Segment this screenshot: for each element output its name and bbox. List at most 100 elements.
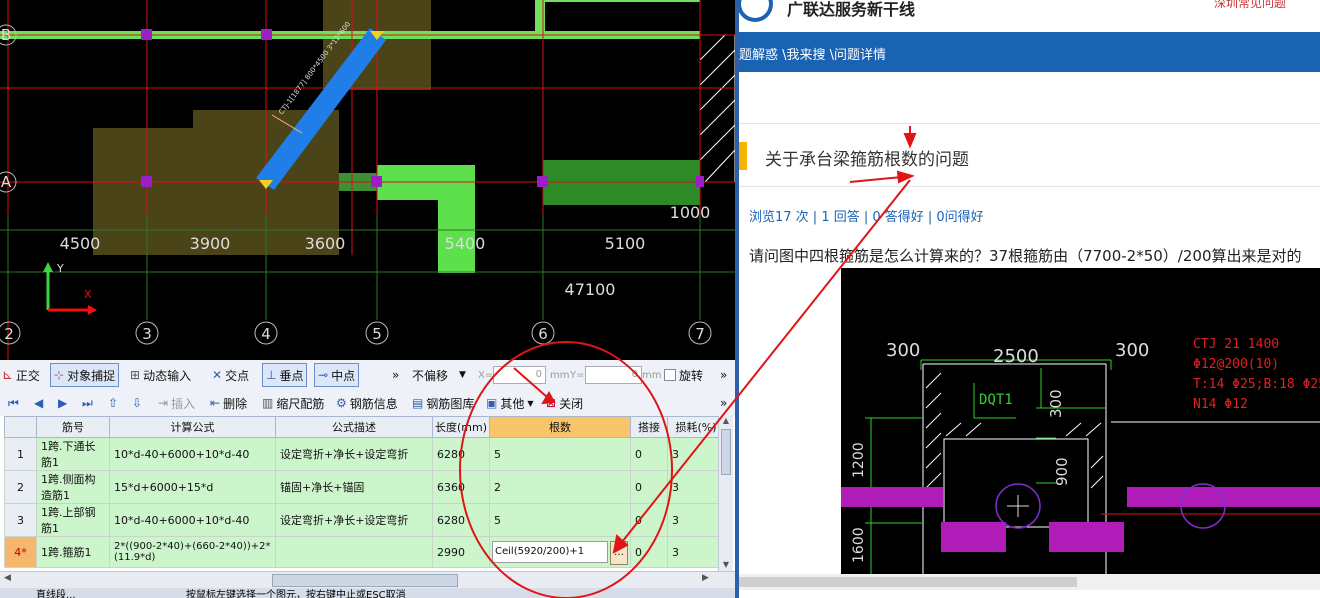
close-icon: ⊠ — [546, 396, 557, 410]
page-horizontal-scrollbar[interactable] — [739, 574, 1320, 590]
more-chevron-icon[interactable]: » — [720, 390, 727, 416]
intersection-snap[interactable]: ✕ 交点 — [212, 360, 249, 390]
header-length[interactable]: 长度(mm) — [432, 416, 490, 438]
loss-cell[interactable]: 3 — [667, 503, 725, 537]
formula-cell[interactable]: 2*((900-2*40)+(660-2*40))+2*(11.9*d) — [109, 536, 276, 568]
formula-desc-cell[interactable]: 设定弯折+净长+设定弯折 — [275, 437, 433, 471]
length-cell[interactable]: 6280 — [432, 437, 490, 471]
breadcrumb[interactable]: 题解惑 \我来搜 \问题详情 — [739, 44, 886, 63]
header-formula-desc[interactable]: 公式描述 — [275, 416, 433, 438]
question-image[interactable]: 300 2500 300 DQT1 300 900 1200 1600 CTJ … — [841, 268, 1320, 574]
lap-cell[interactable]: 0 — [630, 437, 668, 471]
first-record-icon[interactable]: ⏮ — [8, 390, 19, 416]
axis-col-label: 3 — [142, 325, 152, 343]
scroll-down-icon[interactable]: ▼ — [719, 560, 733, 569]
scroll-thumb[interactable] — [739, 577, 1077, 587]
prev-record-icon[interactable]: ◀ — [34, 390, 43, 416]
formula-cell[interactable]: 15*d+6000+15*d — [109, 470, 276, 504]
ruler-rebar-button[interactable]: ▥ 缩尺配筋 — [262, 390, 324, 416]
move-up-icon[interactable]: ⇧ — [108, 390, 118, 416]
count-edit-input[interactable]: Ceil(5920/200)+1 — [492, 541, 608, 563]
dropdown-arrow-icon: ▼ — [459, 370, 466, 380]
formula-cell[interactable]: 10*d-40+6000+10*d-40 — [109, 503, 276, 537]
formula-desc-cell[interactable]: 设定弯折+净长+设定弯折 — [275, 503, 433, 537]
span-dimension: 3600 — [305, 234, 346, 253]
more-chevron-icon[interactable]: » — [720, 360, 727, 390]
breadcrumb-nav: 题解惑 \我来搜 \问题详情 — [739, 32, 1320, 72]
rebar-name-cell[interactable]: 1跨.侧面构造筋1 — [36, 470, 110, 504]
loss-cell[interactable]: 3 — [667, 536, 725, 568]
other-menu-button[interactable]: ▣ 其他 ▼ — [486, 390, 534, 416]
header-rebar-no[interactable]: 筋号 — [36, 416, 110, 438]
status-left: 直线段... — [36, 590, 76, 598]
rebar-toolbar: ⏮ ◀ ▶ ⏭ ⇧ ⇩ ⇥ 插入 ⇤ 删除 ▥ 缩尺配筋 ⚙ 钢筋信息 ▤ 钢筋… — [0, 390, 735, 417]
table-row[interactable]: 3 1跨.上部钢筋1 10*d-40+6000+10*d-40 设定弯折+净长+… — [4, 503, 725, 537]
ortho-toggle[interactable]: ⊾ 正交 — [2, 360, 40, 390]
formula-desc-cell[interactable] — [275, 536, 433, 568]
rebar-library-button[interactable]: ▤ 钢筋图库 — [412, 390, 474, 416]
table-row-selected[interactable]: 4* 1跨.箍筋1 2*((900-2*40)+(660-2*40))+2*(1… — [4, 536, 725, 568]
x-coord-input[interactable]: 0 — [493, 360, 546, 390]
lap-cell[interactable]: 0 — [630, 536, 668, 568]
top-link[interactable]: 深圳常见问题 — [1214, 0, 1286, 11]
scroll-right-icon[interactable]: ▶ — [702, 573, 709, 583]
move-down-icon[interactable]: ⇩ — [132, 390, 142, 416]
rebar-note: N14 Φ12 — [1193, 397, 1248, 412]
length-cell[interactable]: 2990 — [432, 536, 490, 568]
loss-cell[interactable]: 3 — [667, 470, 725, 504]
vertical-scrollbar[interactable]: ▲ ▼ — [718, 416, 733, 571]
span-dimension: 3900 — [190, 234, 231, 253]
question-title: 关于承台梁箍筋根数的问题 — [765, 150, 969, 170]
object-snap-toggle[interactable]: ⊹ 对象捕捉 — [50, 363, 120, 387]
rebar-name-cell[interactable]: 1跨.上部钢筋1 — [36, 503, 110, 537]
scroll-left-icon[interactable]: ◀ — [4, 573, 11, 583]
loss-cell[interactable]: 3 — [667, 437, 725, 471]
scroll-thumb[interactable] — [272, 574, 458, 587]
delete-button[interactable]: ⇤ 删除 — [210, 390, 247, 416]
rebar-name-cell[interactable]: 1跨.下通长筋1 — [36, 437, 110, 471]
close-button[interactable]: ⊠ 关闭 — [546, 390, 583, 416]
rebar-note: Φ12@200(10) — [1193, 357, 1279, 372]
formula-desc-cell[interactable]: 锚固+净长+锚固 — [275, 470, 433, 504]
count-cell[interactable]: 5 — [489, 437, 631, 471]
table-row[interactable]: 1 1跨.下通长筋1 10*d-40+6000+10*d-40 设定弯折+净长+… — [4, 437, 725, 471]
table-row[interactable]: 2 1跨.侧面构造筋1 15*d+6000+15*d 锚固+净长+锚固 6360… — [4, 470, 725, 504]
header-lap[interactable]: 搭接 — [630, 416, 668, 438]
header-row-no — [4, 416, 37, 438]
rebar-name-cell[interactable]: 1跨.箍筋1 — [36, 536, 110, 568]
axis-col-label: 2 — [4, 325, 14, 343]
offset-select[interactable]: 不偏移 ▼ — [412, 360, 466, 390]
header-formula[interactable]: 计算公式 — [109, 416, 276, 438]
length-cell[interactable]: 6360 — [432, 470, 490, 504]
insert-button[interactable]: ⇥ 插入 — [158, 390, 195, 416]
header-loss[interactable]: 损耗(%) — [667, 416, 725, 438]
rotate-checkbox[interactable]: 旋转 — [664, 360, 703, 390]
perpendicular-snap[interactable]: ⊥ 垂点 — [262, 363, 308, 387]
formula-cell[interactable]: 10*d-40+6000+10*d-40 — [109, 437, 276, 471]
span-dimension: 4500 — [60, 234, 101, 253]
axis-row-label: A — [1, 173, 12, 191]
midpoint-snap[interactable]: ⊸ 中点 — [314, 363, 360, 387]
header-count[interactable]: 根数 — [489, 416, 631, 438]
count-cell[interactable]: 2 — [489, 470, 631, 504]
lap-cell[interactable]: 0 — [630, 470, 668, 504]
dynamic-input-toggle[interactable]: ⊞ 动态输入 — [130, 360, 191, 390]
next-record-icon[interactable]: ▶ — [58, 390, 67, 416]
scroll-up-icon[interactable]: ▲ — [719, 416, 733, 425]
cad-drawing-canvas[interactable]: CTJ-1[1877] 800*4500 3*12*600 B A 2 3 4 … — [0, 0, 735, 360]
ellipsis-button[interactable]: … — [610, 541, 628, 565]
more-chevron-icon[interactable]: » — [392, 360, 399, 390]
ortho-icon: ⊾ — [2, 367, 13, 383]
rebar-info-button[interactable]: ⚙ 钢筋信息 — [336, 390, 398, 416]
lap-cell[interactable]: 0 — [630, 503, 668, 537]
count-cell[interactable]: 5 — [489, 503, 631, 537]
web-page: 广联达服务新干线 深圳常见问题 题解惑 \我来搜 \问题详情 关于承台梁箍筋根数… — [739, 0, 1320, 598]
count-cell-editing[interactable]: Ceil(5920/200)+1 … — [489, 536, 631, 568]
dropdown-arrow-icon: ▼ — [527, 398, 534, 408]
last-record-icon[interactable]: ⏭ — [82, 390, 93, 416]
scroll-thumb[interactable] — [721, 429, 731, 475]
axis-col-label: 6 — [538, 325, 548, 343]
y-coord-input[interactable]: 0 — [585, 360, 642, 390]
length-cell[interactable]: 6280 — [432, 503, 490, 537]
horizontal-scrollbar[interactable]: ◀ ▶ — [0, 571, 735, 588]
